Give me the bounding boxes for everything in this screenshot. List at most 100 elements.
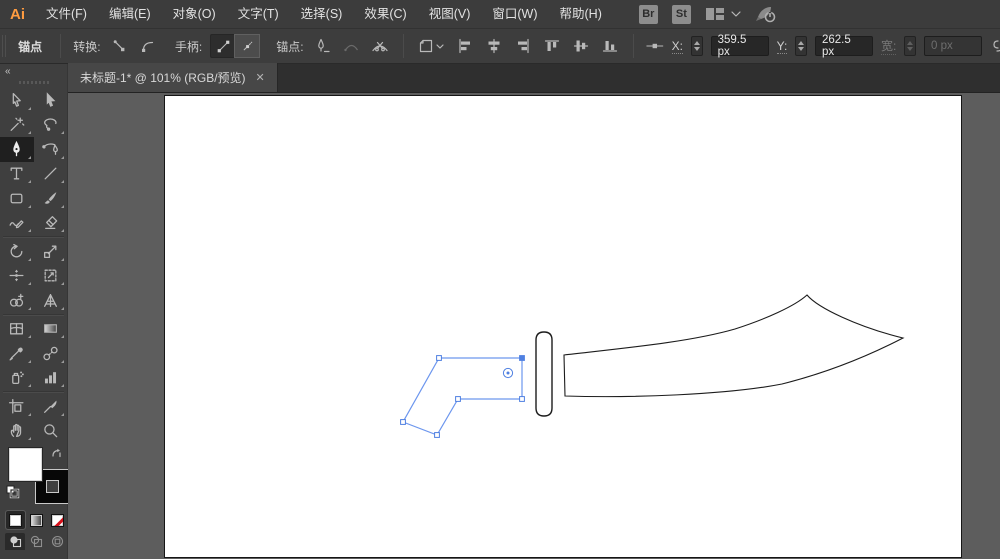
convert-to-corner-button[interactable] <box>109 34 130 58</box>
menu-select[interactable]: 选择(S) <box>290 0 354 29</box>
x-stepper[interactable] <box>691 36 703 56</box>
tool-free-transform[interactable] <box>34 264 68 289</box>
anchors-label: 锚点: <box>276 38 303 55</box>
align-right-icon <box>515 38 531 54</box>
anchor-point-icon <box>646 39 664 53</box>
stock-button[interactable]: St <box>672 5 691 24</box>
link-dimensions-icon[interactable] <box>992 38 1000 54</box>
width-value-field: 0 px <box>924 36 982 56</box>
default-fill-stroke-icon[interactable] <box>6 485 20 499</box>
tool-eyedropper[interactable] <box>0 341 34 366</box>
tool-zoom[interactable] <box>34 419 68 444</box>
knife-handle-path[interactable] <box>403 358 522 435</box>
align-to-artboard-icon <box>418 38 436 54</box>
align-bottom-icon <box>602 38 618 54</box>
cut-path-button[interactable] <box>370 34 391 58</box>
remove-anchor-button[interactable] <box>312 34 333 58</box>
align-center-vertical-button[interactable] <box>571 34 592 58</box>
knife-guard-shape[interactable] <box>536 332 552 416</box>
show-handles-button[interactable] <box>211 35 235 57</box>
anchor-point[interactable] <box>401 420 406 425</box>
tool-paintbrush[interactable] <box>34 186 68 211</box>
align-left-icon <box>457 38 473 54</box>
y-coordinate-label[interactable]: Y: <box>777 39 788 54</box>
panel-grip[interactable] <box>2 35 8 57</box>
anchor-point[interactable] <box>456 397 461 402</box>
width-stepper <box>904 36 916 56</box>
tool-column-graph[interactable] <box>34 366 68 391</box>
align-center-horizontal-button[interactable] <box>483 34 504 58</box>
menu-type[interactable]: 文字(T) <box>227 0 290 29</box>
tool-perspective-grid[interactable] <box>34 288 68 313</box>
close-tab-icon[interactable]: ✕ <box>256 71 265 84</box>
swap-fill-stroke-icon[interactable] <box>50 447 63 460</box>
anchor-point[interactable] <box>437 356 442 361</box>
tool-blend[interactable] <box>34 341 68 366</box>
tool-symbol-sprayer[interactable] <box>0 366 34 391</box>
tool-type[interactable] <box>0 162 34 187</box>
menu-edit[interactable]: 编辑(E) <box>98 0 162 29</box>
menu-window[interactable]: 窗口(W) <box>481 0 548 29</box>
collapse-panel-icon[interactable]: « <box>5 66 11 77</box>
knife-blade-shape[interactable] <box>564 295 903 397</box>
x-coordinate-label[interactable]: X: <box>672 39 683 54</box>
cut-path-scissors-icon <box>371 38 389 55</box>
tool-direct-selection[interactable] <box>0 88 34 113</box>
menu-object[interactable]: 对象(O) <box>162 0 227 29</box>
anchor-point[interactable] <box>520 397 525 402</box>
x-value-field[interactable]: 359.5 px <box>711 36 769 56</box>
draw-normal-button[interactable] <box>5 533 25 550</box>
tool-line-segment[interactable] <box>34 162 68 187</box>
tool-shape-builder[interactable] <box>0 288 34 313</box>
convert-to-smooth-button[interactable] <box>138 34 159 58</box>
canvas[interactable] <box>68 93 1000 559</box>
anchor-point-selected[interactable] <box>520 356 525 361</box>
handle-display-group <box>210 34 260 58</box>
tool-eraser[interactable] <box>34 211 68 236</box>
fill-swatch[interactable] <box>9 448 42 481</box>
tool-rectangle[interactable] <box>0 186 34 211</box>
anchor-target-dot <box>507 372 510 375</box>
document-tab[interactable]: 未标题-1* @ 101% (RGB/预览) ✕ <box>68 63 278 92</box>
hide-handles-button[interactable] <box>235 35 259 57</box>
none-button[interactable] <box>48 511 67 529</box>
tool-hand[interactable] <box>0 419 34 444</box>
align-bottom-button[interactable] <box>600 34 621 58</box>
menu-file[interactable]: 文件(F) <box>35 0 98 29</box>
align-to-selector[interactable] <box>416 34 446 58</box>
draw-behind-button[interactable] <box>26 533 46 550</box>
pen-minus-icon <box>314 38 331 55</box>
tool-artboard[interactable] <box>0 394 34 419</box>
document-area: 未标题-1* @ 101% (RGB/预览) ✕ <box>68 64 1000 559</box>
tool-separator <box>3 236 64 238</box>
align-top-button[interactable] <box>541 34 562 58</box>
chevron-down-icon <box>731 11 741 17</box>
draw-inside-button[interactable] <box>47 533 67 550</box>
tool-magic-wand[interactable] <box>0 113 34 138</box>
color-button[interactable] <box>6 511 25 529</box>
tool-mesh[interactable] <box>0 317 34 342</box>
menu-effect[interactable]: 效果(C) <box>353 0 417 29</box>
tool-curvature[interactable] <box>34 137 68 162</box>
tools-panel-grip[interactable] <box>0 78 67 86</box>
tool-pen[interactable] <box>0 137 34 162</box>
menu-view[interactable]: 视图(V) <box>418 0 482 29</box>
tool-rotate[interactable] <box>0 239 34 264</box>
bridge-button[interactable]: Br <box>639 5 658 24</box>
gradient-button[interactable] <box>27 511 46 529</box>
align-left-button[interactable] <box>454 34 475 58</box>
workspace-switcher[interactable] <box>705 7 741 21</box>
tool-width[interactable] <box>0 264 34 289</box>
tool-lasso[interactable] <box>34 113 68 138</box>
align-right-button[interactable] <box>512 34 533 58</box>
y-stepper[interactable] <box>795 36 807 56</box>
menu-help[interactable]: 帮助(H) <box>549 0 613 29</box>
tool-scale[interactable] <box>34 239 68 264</box>
tool-selection[interactable] <box>34 88 68 113</box>
tool-slice[interactable] <box>34 394 68 419</box>
y-value-field[interactable]: 262.5 px <box>815 36 873 56</box>
tool-shaper[interactable] <box>0 211 34 236</box>
tool-gradient[interactable] <box>34 317 68 342</box>
gpu-performance-icon[interactable] <box>755 5 777 23</box>
anchor-point[interactable] <box>435 433 440 438</box>
